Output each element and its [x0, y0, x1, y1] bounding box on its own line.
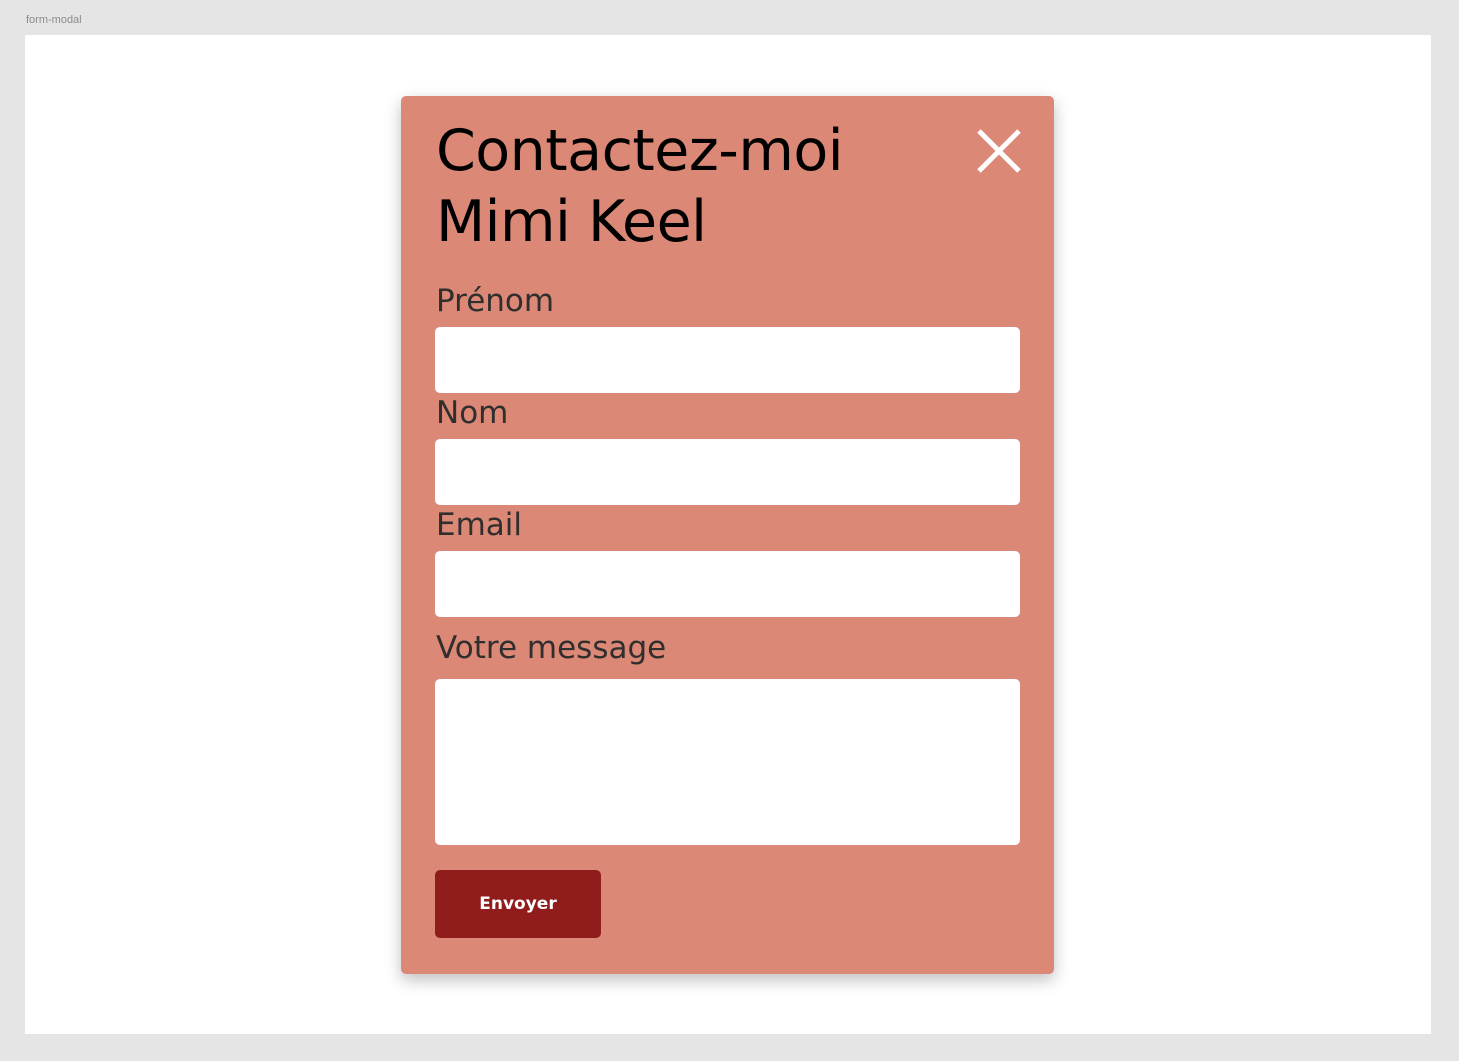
first-name-field[interactable]	[435, 327, 1020, 393]
submit-button[interactable]: Envoyer	[435, 870, 601, 938]
modal-title: Contactez-moi Mimi Keel	[436, 116, 1024, 258]
last-name-field[interactable]	[435, 439, 1020, 505]
modal-title-line-1: Contactez-moi	[436, 118, 844, 184]
frame-label: form-modal	[26, 14, 82, 26]
email-label: Email	[436, 507, 523, 543]
close-button[interactable]	[974, 126, 1024, 176]
first-name-label: Prénom	[436, 283, 555, 319]
canvas: Contactez-moi Mimi Keel Prénom Nom Email…	[25, 35, 1431, 1034]
modal-title-line-2: Mimi Keel	[436, 189, 707, 255]
email-field[interactable]	[435, 551, 1020, 617]
message-textarea[interactable]	[435, 679, 1020, 845]
message-label: Votre message	[436, 630, 667, 666]
close-icon	[977, 129, 1021, 173]
last-name-label: Nom	[436, 395, 509, 431]
modal-header: Contactez-moi Mimi Keel	[436, 116, 1024, 256]
contact-modal: Contactez-moi Mimi Keel Prénom Nom Email…	[401, 96, 1054, 974]
